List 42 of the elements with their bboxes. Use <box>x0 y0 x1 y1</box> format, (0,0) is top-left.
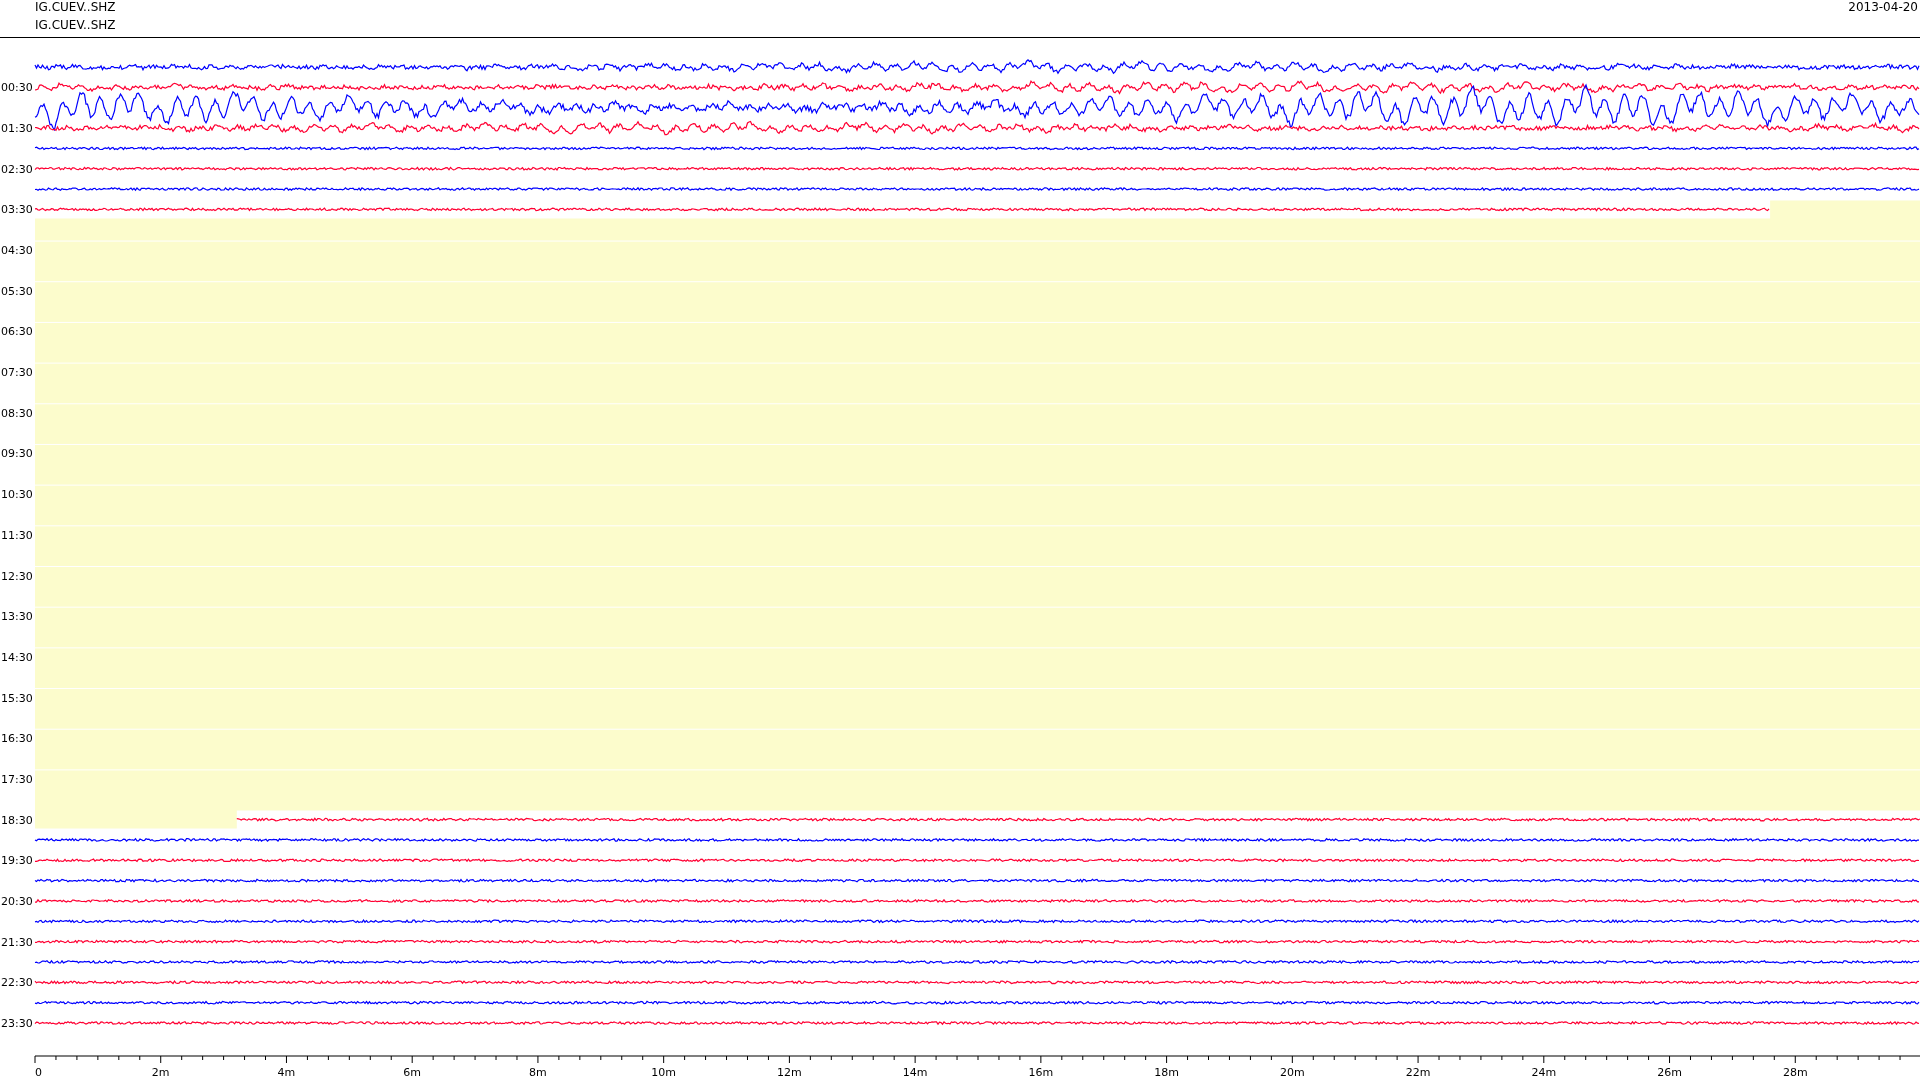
time-label: 00:30 <box>1 81 33 95</box>
time-label: 04:30 <box>1 244 33 258</box>
time-label: 21:30 <box>1 935 33 949</box>
axis-tick-label: 26m <box>1657 1066 1682 1079</box>
time-label: 08:30 <box>1 406 33 420</box>
channel-label: IG.CUEV..SHZ <box>35 1 116 14</box>
axis-tick-label: 6m <box>403 1066 422 1079</box>
time-label: 16:30 <box>1 732 33 746</box>
time-label: 07:30 <box>1 366 33 380</box>
time-label: 17:30 <box>1 772 33 786</box>
time-label: 15:30 <box>1 691 33 705</box>
axis-tick-label: 14m <box>902 1066 928 1079</box>
axis-tick-label: 28m <box>1782 1066 1808 1079</box>
time-label: 12:30 <box>1 569 33 583</box>
channel-label: IG.CUEV..SHZ <box>35 19 116 32</box>
time-label: 13:30 <box>1 610 33 624</box>
axis-tick-label: 22m <box>1405 1066 1431 1079</box>
axis-tick-label: 8m <box>529 1066 547 1079</box>
axis-tick-label: 12m <box>777 1066 802 1079</box>
axis-tick-label: 24m <box>1531 1066 1557 1079</box>
time-label: 19:30 <box>1 854 33 868</box>
time-label: 05:30 <box>1 284 33 298</box>
time-label: 01:30 <box>1 122 33 135</box>
axis-tick-label: 20m <box>1279 1066 1305 1079</box>
axis-tick-label: 4m <box>277 1066 296 1079</box>
time-label: 11:30 <box>1 528 33 542</box>
date-label: 2013-04-20 <box>1848 0 1919 16</box>
time-label: 20:30 <box>1 894 33 908</box>
time-label: 10:30 <box>1 488 33 502</box>
axis-tick-label: 16m <box>1028 1066 1054 1079</box>
time-label: 14:30 <box>1 650 33 664</box>
time-label: 22:30 <box>1 976 33 990</box>
time-label: 09:30 <box>1 447 33 461</box>
time-label: 02:30 <box>1 162 33 176</box>
time-label: 23:30 <box>1 1017 33 1030</box>
time-label: 18:30 <box>1 813 33 827</box>
axis-tick-label: 10m <box>651 1066 677 1079</box>
axis-tick-label: 0 <box>35 1066 42 1079</box>
time-label: 06:30 <box>1 325 33 339</box>
axis-tick-label: 18m <box>1154 1066 1179 1079</box>
time-label: 03:30 <box>1 203 33 217</box>
axis-tick-label: 2m <box>151 1066 170 1079</box>
